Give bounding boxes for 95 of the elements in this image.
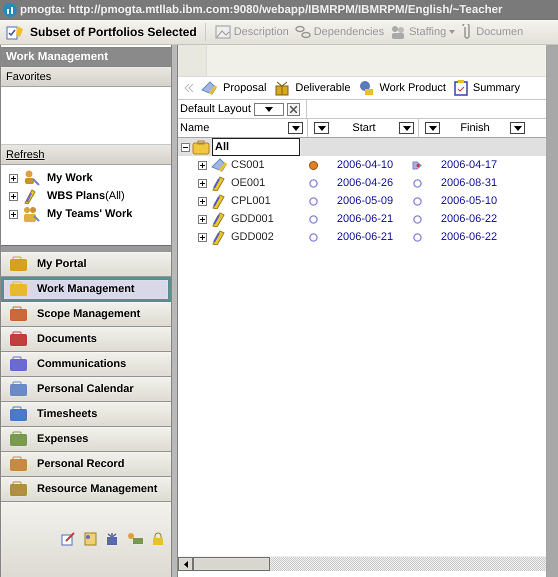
dropdown-arrow-icon xyxy=(318,126,326,130)
date-cell-text: 2006-06-21 xyxy=(336,231,394,243)
date-cell-text: 2006-05-10 xyxy=(440,195,498,207)
people-icon xyxy=(22,206,40,222)
module-icon xyxy=(9,256,29,272)
nav-button[interactable]: Personal Calendar xyxy=(1,376,171,402)
module-icon xyxy=(9,406,29,422)
tree-cell[interactable]: All xyxy=(212,138,300,156)
module-icon xyxy=(9,380,29,396)
collapse-icon[interactable] xyxy=(181,142,190,152)
tree-item[interactable]: WBS Plans(All) xyxy=(47,190,125,202)
column-menu-button[interactable] xyxy=(425,122,440,134)
expand-icon[interactable] xyxy=(9,210,18,218)
dropdown-arrow-icon xyxy=(402,126,410,130)
date-cell-text: 2006-05-09 xyxy=(336,195,394,207)
layout-dropdown[interactable] xyxy=(254,102,284,116)
column-menu-button[interactable] xyxy=(314,122,329,134)
expand-icon[interactable] xyxy=(9,192,18,200)
nav-button[interactable]: Communications xyxy=(1,352,171,376)
column-header[interactable]: Finish xyxy=(440,119,510,137)
favorites-header: Favorites xyxy=(1,67,171,87)
tree-cell[interactable]: GDD002 xyxy=(231,231,274,243)
column-menu-button[interactable] xyxy=(288,122,303,134)
module-icon xyxy=(9,280,29,296)
dropdown-arrow-icon xyxy=(428,126,436,130)
create-button[interactable]: Deliverable xyxy=(272,80,352,96)
date-cell-text: 2006-06-22 xyxy=(440,231,498,243)
tree-item[interactable]: My Work xyxy=(47,172,93,184)
module-icon xyxy=(9,430,29,446)
folder-icon xyxy=(192,140,210,154)
expand-icon[interactable] xyxy=(198,178,207,188)
module-icon xyxy=(9,330,29,346)
nav-button[interactable]: Timesheets xyxy=(1,402,171,426)
column-menu-button[interactable] xyxy=(399,122,414,134)
expand-icon[interactable] xyxy=(198,160,207,170)
module-icon xyxy=(9,356,29,372)
date-cell-text: 2006-08-31 xyxy=(440,177,498,189)
tree-item[interactable]: My Teams' Work xyxy=(47,208,132,220)
panel-title: Work Management xyxy=(1,47,171,67)
nav-button[interactable]: Personal Record xyxy=(1,452,171,476)
expand-icon[interactable] xyxy=(9,174,18,182)
date-cell-text: 2006-06-21 xyxy=(336,213,394,225)
expand-icon[interactable] xyxy=(198,232,207,242)
nav-button[interactable]: Documents xyxy=(1,326,171,352)
refresh-link[interactable]: Refresh xyxy=(6,148,45,160)
clipboard-icon xyxy=(454,80,468,96)
nav-button[interactable]: Work Management xyxy=(1,276,171,302)
date-cell-text: 2006-04-10 xyxy=(336,159,394,171)
lock-icon[interactable] xyxy=(151,532,165,546)
dropdown-arrow-icon xyxy=(264,106,273,112)
gift-icon[interactable] xyxy=(105,532,119,546)
edit-icon[interactable] xyxy=(61,532,75,546)
person-icon xyxy=(22,170,40,186)
scroll-left-button[interactable] xyxy=(178,557,193,571)
expand-icon[interactable] xyxy=(198,214,207,224)
tree-cell[interactable]: OE001 xyxy=(231,177,266,189)
gift-icon xyxy=(274,80,290,96)
expand-icon[interactable] xyxy=(198,196,207,206)
horizontal-scrollbar[interactable] xyxy=(178,556,546,571)
app-icon xyxy=(3,3,17,17)
left-arrow-icon xyxy=(184,560,188,568)
window-title: pmogta: http://pmogta.mtllab.ibm.com:9080/webapp/IBMRPM/IBMRPM/English/~Teacher xyxy=(20,4,503,16)
nav-button[interactable]: Scope Management xyxy=(1,302,171,326)
create-button[interactable]: Summary xyxy=(452,80,522,96)
module-icon xyxy=(9,306,29,322)
picture-icon xyxy=(214,25,231,39)
layout-label: Default Layout xyxy=(180,103,251,115)
nav-button[interactable]: Expenses xyxy=(1,426,171,452)
close-icon xyxy=(290,106,297,112)
date-cell-text: 2006-04-17 xyxy=(440,159,498,171)
proposal-icon xyxy=(210,157,228,173)
close-button[interactable] xyxy=(286,102,300,116)
nav-button[interactable]: My Portal xyxy=(1,252,171,276)
scroll-thumb[interactable] xyxy=(193,557,270,571)
contact-icon[interactable] xyxy=(83,532,97,546)
date-cell-text: 2006-06-22 xyxy=(440,213,498,225)
checklist-icon xyxy=(6,24,24,40)
selection-label: Subset of Portfolios Selected xyxy=(30,25,197,39)
chain-icon xyxy=(294,25,311,39)
column-header[interactable]: Name xyxy=(178,119,288,137)
create-button[interactable]: Proposal xyxy=(198,80,268,96)
module-icon xyxy=(9,480,29,496)
column-menu-button[interactable] xyxy=(510,122,525,134)
date-cell-text: 2006-04-26 xyxy=(336,177,394,189)
resize-grip[interactable] xyxy=(172,45,177,577)
dropdown-arrow-icon xyxy=(514,126,522,130)
tree-cell[interactable]: GDD001 xyxy=(231,213,274,225)
tree-cell[interactable]: CS001 xyxy=(231,159,265,171)
column-header[interactable]: Start xyxy=(329,119,399,137)
dropdown-arrow-icon xyxy=(292,126,300,130)
nav-button[interactable]: Resource Management xyxy=(1,476,171,502)
module-icon xyxy=(9,456,29,472)
people-icon xyxy=(390,25,406,39)
create-button[interactable]: Work Product xyxy=(356,80,448,96)
tree-cell[interactable]: CPL001 xyxy=(231,195,271,207)
